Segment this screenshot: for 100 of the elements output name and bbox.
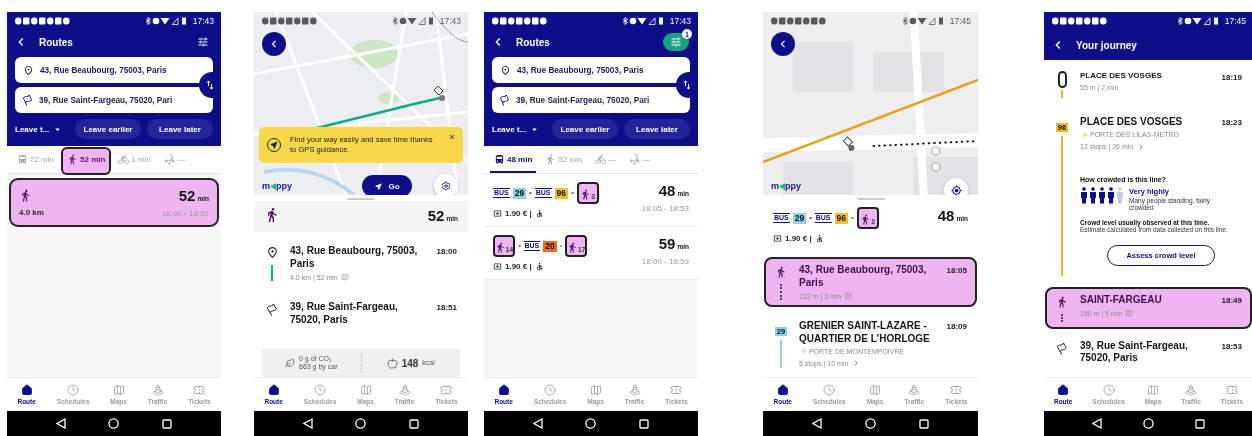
status-time: 17:45 (1224, 16, 1246, 26)
walking-person-icon (580, 189, 592, 200)
recents-icon[interactable] (918, 418, 929, 429)
recents-icon[interactable] (638, 418, 649, 429)
step-title: 43, Rue Beaubourg, 75003, Paris (799, 264, 928, 289)
walking-person-icon (567, 242, 578, 253)
back-icon[interactable] (56, 418, 67, 429)
mode-tab[interactable]: 1 min (114, 148, 155, 173)
walking-person-icon (775, 266, 787, 278)
mode-tab[interactable]: — (159, 148, 189, 173)
mode-tab[interactable]: — (591, 148, 621, 173)
route-info: 4.0 km (19, 208, 44, 217)
home-icon[interactable] (1143, 418, 1154, 429)
step-time: 18:19 (1221, 72, 1242, 84)
walking-person-icon (67, 154, 78, 165)
apple-icon (386, 357, 398, 369)
wheelchair-icon (534, 209, 544, 218)
origin-field[interactable]: 43, Rue Beaubourg, 75003, Paris (492, 57, 690, 83)
destination-field[interactable]: 39, Rue Saint-Fargeau, 75020, Pari (492, 87, 690, 113)
duration-value: 59 (658, 235, 676, 252)
swap-icon (681, 79, 693, 91)
separator-dot (529, 191, 532, 195)
notification-icons (492, 17, 548, 25)
mode-tab[interactable]: — (625, 148, 655, 173)
step-time: 18:23 (1221, 117, 1242, 129)
home-icon (776, 384, 789, 396)
close-icon[interactable] (448, 133, 456, 141)
clock-icon (67, 384, 80, 396)
home-icon[interactable] (865, 418, 876, 429)
map-icon (869, 384, 882, 396)
ticket-icon (1225, 384, 1238, 396)
step-title: 43, Rue Beaubourg, 75003, Paris (290, 245, 419, 270)
back-icon[interactable] (812, 418, 823, 429)
mode-tab[interactable]: 48 min (490, 148, 537, 173)
walking-person-icon (495, 242, 506, 253)
time-mode-select[interactable]: Leave t... (492, 123, 546, 135)
home-icon[interactable] (585, 418, 597, 429)
line-number: 29 (512, 187, 527, 199)
status-time: 17:43 (669, 16, 691, 26)
system-icons (1176, 17, 1221, 25)
separator-dot (809, 216, 812, 220)
location-pin-icon (23, 64, 34, 76)
walking-person-icon (19, 188, 32, 202)
step-time: 18:00 (436, 246, 457, 258)
notification-icons (15, 17, 71, 25)
map-icon (1147, 384, 1160, 396)
step-title: SAINT-FARGEAU (1080, 293, 1163, 306)
mode-tab[interactable]: 52 min (541, 148, 587, 173)
home-icon (497, 384, 510, 396)
step-title: PLACE DES VOSGES (1080, 116, 1184, 129)
destination-flag-icon (264, 302, 280, 317)
settings-icon (441, 181, 451, 191)
mode-tab[interactable]: 22 min (13, 148, 58, 173)
destination-flag-icon (1054, 340, 1070, 356)
time-button[interactable]: Leave later (624, 119, 690, 139)
time-button[interactable]: Leave earlier (552, 119, 618, 139)
mode-tab[interactable]: 52 min (63, 148, 110, 173)
screen-title: Routes (516, 36, 551, 48)
back-icon[interactable] (533, 418, 544, 429)
duration-value: 48 (937, 207, 955, 224)
drag-handle[interactable] (347, 198, 375, 200)
duration-value: 52 (178, 187, 196, 204)
filter-icon (670, 36, 682, 48)
back-icon[interactable] (1092, 418, 1103, 429)
origin-field[interactable]: 43, Rue Beaubourg, 75003, Paris (15, 57, 213, 83)
home-icon[interactable] (355, 418, 367, 429)
drag-handle[interactable] (856, 198, 885, 200)
recents-icon[interactable] (161, 418, 172, 429)
time-button[interactable]: Leave earlier (75, 119, 141, 139)
destination-field[interactable]: 39, Rue Saint-Fargeau, 75020, Pari (15, 87, 213, 113)
recents-icon[interactable] (1194, 418, 1205, 429)
swap-icon (204, 79, 216, 91)
step-title: PLACE DES VOSGES (1080, 71, 1163, 81)
line-number: 96 (554, 187, 568, 199)
step-title: 39, Rue Saint-Fargeau, 75020, Paris (1080, 339, 1189, 365)
line-number: 29 (792, 212, 807, 224)
wheelchair-icon (534, 262, 544, 271)
ticket-icon (493, 262, 502, 271)
kcal-value: 148 (401, 357, 419, 369)
traffic-cone-icon (151, 384, 164, 396)
traffic-cone-icon (1185, 384, 1198, 396)
map-icon (359, 384, 372, 396)
home-icon[interactable] (108, 418, 120, 429)
flag-icon (21, 93, 35, 107)
time-button[interactable]: Leave later (147, 119, 213, 139)
back-icon[interactable] (303, 418, 314, 429)
route-info: 1.90 € | (505, 262, 532, 271)
app-logo: m ppy (771, 181, 802, 192)
recents-icon[interactable] (408, 418, 419, 429)
go-button[interactable]: Go (362, 175, 412, 195)
home-icon (20, 384, 33, 396)
filter-icon (197, 36, 209, 48)
system-icons (621, 17, 666, 25)
home-icon (267, 384, 280, 396)
clock-icon (314, 384, 327, 396)
time-range: 18:00 - 18:51 (161, 209, 209, 218)
duration-value: 48 (658, 182, 676, 199)
time-mode-select[interactable]: Leave t... (15, 123, 69, 135)
step-time: 18:09 (946, 321, 967, 333)
stop-marker-icon (1057, 71, 1067, 88)
